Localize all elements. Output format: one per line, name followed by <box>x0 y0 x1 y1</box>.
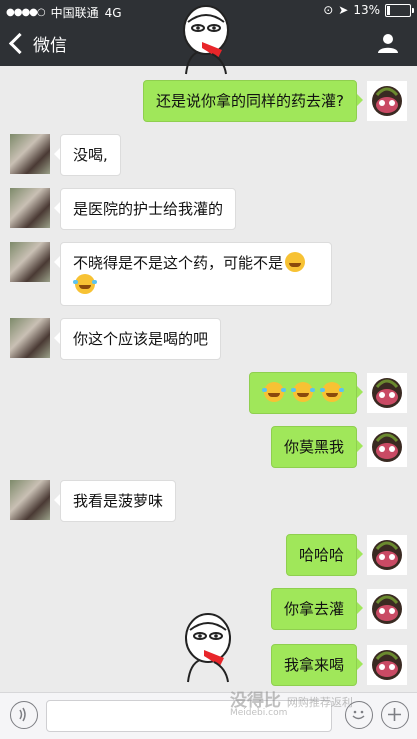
watermark-subtitle: Meidebi.com <box>230 708 288 718</box>
message-row <box>0 372 417 414</box>
message-bubble[interactable] <box>249 372 363 414</box>
contact-avatar[interactable] <box>10 480 50 520</box>
message-row: 是医院的护士给我灌的 <box>0 188 417 230</box>
signal-icon: ●●●●○ <box>6 7 46 18</box>
sweat-laugh-emoji-icon <box>285 252 306 272</box>
message-row: 不晓得是不是这个药，可能不是 <box>0 242 417 306</box>
message-row: 我看是菠萝味 <box>0 480 417 522</box>
message-row: 还是说你拿的同样的药去灌? <box>0 80 417 122</box>
message-bubble[interactable]: 哈哈哈 <box>285 534 364 576</box>
meme-face-icon <box>185 613 231 683</box>
voice-button[interactable] <box>10 701 38 729</box>
my-avatar[interactable] <box>367 373 407 413</box>
watermark: 没得比 网购推荐返利 Meidebi.com <box>230 686 353 718</box>
carrier-label: 中国联通 <box>50 6 99 20</box>
my-avatar[interactable] <box>367 645 407 685</box>
network-label: 4G <box>104 5 122 20</box>
message-row: 没喝, <box>0 134 417 176</box>
message-row: 哈哈哈 <box>0 534 417 576</box>
chevron-left-icon <box>8 32 31 55</box>
input-bar <box>0 692 417 739</box>
message-bubble[interactable]: 你莫黑我 <box>270 426 364 468</box>
message-bubble[interactable]: 是医院的护士给我灌的 <box>53 188 237 230</box>
tears-of-joy-emoji-icon <box>320 382 344 402</box>
person-icon[interactable] <box>377 32 399 54</box>
location-icon: ➤ <box>338 3 349 17</box>
message-bubble[interactable]: 我看是菠萝味 <box>53 480 177 522</box>
orientation-lock-icon: ⊙ <box>323 3 334 17</box>
back-button[interactable]: 微信 <box>8 31 67 56</box>
add-button[interactable] <box>381 701 409 729</box>
message-text: 不晓得是不是这个药，可能不是 <box>73 254 284 272</box>
message-bubble[interactable]: 你拿去灌 <box>270 588 364 630</box>
battery-icon <box>385 3 414 17</box>
my-avatar[interactable] <box>367 427 407 467</box>
message-bubble[interactable]: 不晓得是不是这个药，可能不是 <box>54 242 332 306</box>
tears-of-joy-emoji-icon <box>262 382 287 402</box>
battery-percent: 13% <box>353 3 380 17</box>
message-bubble[interactable]: 你这个应该是喝的吧 <box>53 318 222 360</box>
contact-avatar[interactable] <box>10 242 50 282</box>
voice-icon <box>19 707 26 722</box>
my-avatar[interactable] <box>367 535 407 575</box>
message-row: 你莫黑我 <box>0 426 417 468</box>
message-bubble[interactable]: 我拿来喝 <box>270 644 364 686</box>
plus-icon <box>388 708 401 721</box>
message-row: 你这个应该是喝的吧 <box>0 318 417 360</box>
message-bubble[interactable]: 还是说你拿的同样的药去灌? <box>143 80 363 122</box>
contact-avatar[interactable] <box>10 318 50 358</box>
my-avatar[interactable] <box>367 589 407 629</box>
chat-area[interactable]: 还是说你拿的同样的药去灌? 没喝, 是医院的护士给我灌的 不晓得是不是这个药，可… <box>0 66 417 692</box>
my-avatar[interactable] <box>367 81 407 121</box>
back-label: 微信 <box>33 36 67 56</box>
tears-of-joy-emoji-icon <box>291 382 316 402</box>
contact-avatar[interactable] <box>10 134 50 174</box>
message-bubble[interactable]: 没喝, <box>54 134 121 176</box>
tears-of-joy-emoji-icon <box>73 274 97 294</box>
watermark-tagline: 网购推荐返利 <box>286 696 353 709</box>
contact-avatar[interactable] <box>10 188 50 228</box>
